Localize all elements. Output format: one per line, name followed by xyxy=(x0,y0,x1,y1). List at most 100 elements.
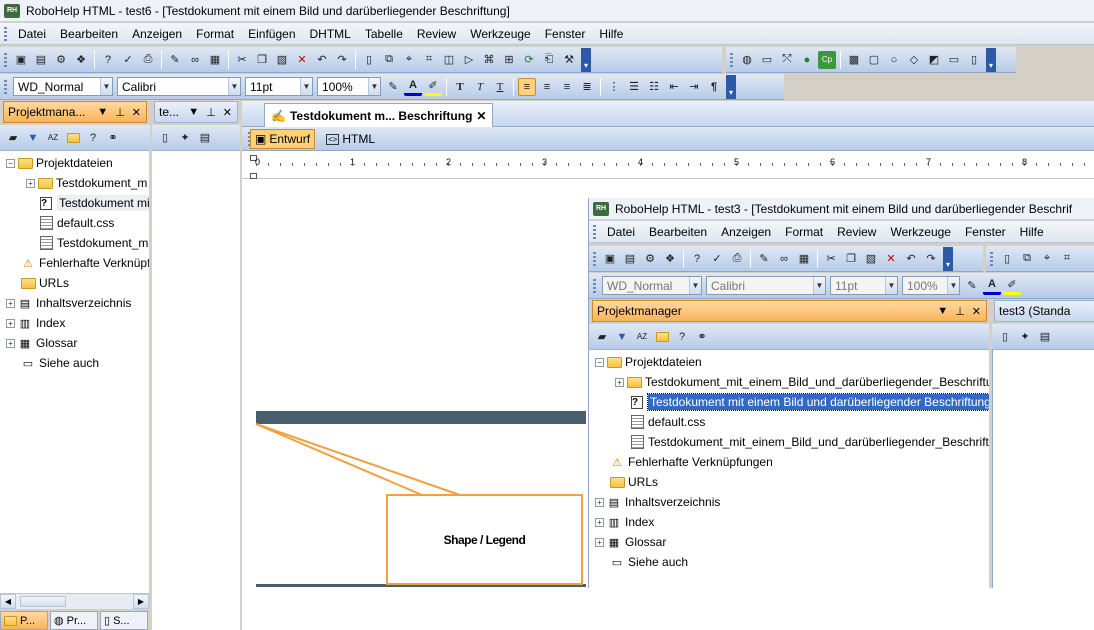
list-style-icon[interactable]: ☷ xyxy=(645,78,663,96)
toolbar-overflow-icon[interactable]: ▾ xyxy=(726,74,736,99)
image-icon[interactable]: ◫ xyxy=(440,51,458,69)
bookmark-icon[interactable]: ⌖ xyxy=(1038,250,1056,268)
globe-icon[interactable]: ● xyxy=(798,51,816,69)
menu-bearbeiten[interactable]: Bearbeiten xyxy=(53,27,125,41)
font-combo[interactable]: Calibri ▼ xyxy=(117,77,241,96)
undo-icon[interactable]: ↶ xyxy=(313,51,331,69)
highlight-icon[interactable]: ✐ xyxy=(1003,277,1021,295)
underline-icon[interactable]: T xyxy=(491,78,509,96)
align-left-icon[interactable]: ≡ xyxy=(518,77,536,96)
spellcheck-icon[interactable]: ✓ xyxy=(708,250,726,268)
rectangle-icon[interactable]: ▢ xyxy=(865,51,883,69)
refresh-icon[interactable]: ⟳ xyxy=(520,51,538,69)
tree-item-index[interactable]: + ▥ Index xyxy=(595,512,654,532)
toolbar-overflow-icon[interactable]: ▾ xyxy=(581,47,591,72)
pin-icon[interactable]: ⊥ xyxy=(115,106,125,119)
new-topic-icon[interactable]: ▯ xyxy=(360,51,378,69)
menu-format[interactable]: Format xyxy=(189,27,241,41)
tree-item-css[interactable]: default.css xyxy=(629,412,705,432)
copy-icon[interactable]: ❐ xyxy=(253,51,271,69)
design-view-button[interactable]: ▣ Entwurf xyxy=(250,129,316,149)
print-icon[interactable]: ⎙ xyxy=(728,250,746,268)
print-icon[interactable]: ⎙ xyxy=(139,51,157,69)
tree-item-glossary[interactable]: + ▦ Glossar xyxy=(595,532,666,552)
size-combo[interactable]: 11pt ▼ xyxy=(245,77,313,96)
menu-datei[interactable]: Datei xyxy=(11,27,53,41)
link-icon[interactable]: ⧉ xyxy=(380,51,398,69)
cut-icon[interactable]: ✂ xyxy=(822,250,840,268)
tree-item-toc[interactable]: + ▤ Inhaltsverzeichnis xyxy=(6,293,131,313)
spellcheck-icon[interactable]: ✓ xyxy=(119,51,137,69)
style-combo[interactable]: WD_Normal ▼ xyxy=(13,77,113,96)
tree-item-glossary[interactable]: + ▦ Glossar xyxy=(6,333,77,353)
document-tab[interactable]: ✍ Testdokument m... Beschriftung ✕ xyxy=(264,103,494,127)
tree-item-topic[interactable]: ? Testdokument mit einem Bild und darüber… xyxy=(629,392,989,412)
tree-item-toc[interactable]: + ▤ Inhaltsverzeichnis xyxy=(595,492,720,512)
tree-item-broken-links[interactable]: ⚠ Fehlerhafte Verknüpfungen xyxy=(609,452,773,472)
bottom-tab-s[interactable]: ▯ S... xyxy=(100,611,148,630)
tree-item-index[interactable]: + ▥ Index xyxy=(6,313,65,333)
list-view-icon[interactable]: ▤ xyxy=(196,129,214,147)
delete-icon[interactable]: ✕ xyxy=(882,250,900,268)
properties-icon[interactable]: ▦ xyxy=(206,51,224,69)
monitor-icon[interactable]: ▭ xyxy=(945,51,963,69)
scroll-thumb[interactable] xyxy=(20,596,66,607)
close-icon[interactable]: ✕ xyxy=(972,305,981,318)
menu-werkzeuge[interactable]: Werkzeuge xyxy=(463,27,537,41)
menu-review[interactable]: Review xyxy=(410,27,463,41)
filter-icon[interactable]: ▼ xyxy=(613,328,631,346)
menu-anzeigen[interactable]: Anzeigen xyxy=(125,27,189,41)
toolbar-overflow-icon[interactable]: ▾ xyxy=(986,47,996,72)
tree-item-projektdateien[interactable]: − Projektdateien xyxy=(6,153,113,173)
italic-icon[interactable]: T xyxy=(471,78,489,96)
bullet-list-icon[interactable]: ☰ xyxy=(625,78,643,96)
inner-menu-anzeigen[interactable]: Anzeigen xyxy=(714,225,778,239)
frame-icon[interactable]: ▩ xyxy=(845,51,863,69)
tree-item-folder[interactable]: + Testdokument_m xyxy=(26,173,147,193)
help-icon[interactable]: ? xyxy=(688,250,706,268)
tree-item-css[interactable]: default.css xyxy=(38,213,114,233)
tree-item-css[interactable]: Testdokument_m xyxy=(38,233,148,253)
save-icon[interactable]: ▣ xyxy=(12,51,30,69)
scroll-left-icon[interactable]: ◀ xyxy=(0,594,16,609)
inner-menu-hilfe[interactable]: Hilfe xyxy=(1013,225,1051,239)
track-icon[interactable]: ⤲ xyxy=(778,51,796,69)
copy-icon[interactable]: ❐ xyxy=(842,250,860,268)
close-icon[interactable]: ✕ xyxy=(476,109,486,123)
table-insert-icon[interactable]: ⊞ xyxy=(500,51,518,69)
inner-menu-review[interactable]: Review xyxy=(830,225,883,239)
format-painter-icon[interactable]: ✎ xyxy=(963,277,981,295)
page-icon[interactable]: ▯ xyxy=(965,51,983,69)
new-star-icon[interactable]: ✦ xyxy=(1016,328,1034,346)
list-view-icon[interactable]: ▤ xyxy=(1036,328,1054,346)
menu-tabelle[interactable]: Tabelle xyxy=(358,27,410,41)
inner-menu-bearbeiten[interactable]: Bearbeiten xyxy=(642,225,714,239)
paragraph-icon[interactable]: ¶ xyxy=(705,78,723,96)
picture-icon[interactable]: ◩ xyxy=(925,51,943,69)
binoculars-icon[interactable]: ⚭ xyxy=(104,129,122,147)
inner-size-combo[interactable]: 11pt ▼ xyxy=(830,276,898,295)
font-color-icon[interactable]: A xyxy=(404,78,422,96)
bottom-tab-project[interactable]: P... xyxy=(0,611,48,630)
close-icon[interactable]: ✕ xyxy=(132,106,141,119)
format-painter-icon[interactable]: ✎ xyxy=(384,78,402,96)
binoculars-icon[interactable]: ⚭ xyxy=(693,328,711,346)
paste-icon[interactable]: ▧ xyxy=(862,250,880,268)
scroll-right-icon[interactable]: ▶ xyxy=(133,594,149,609)
align-center-icon[interactable]: ≡ xyxy=(538,78,556,96)
inner-font-combo[interactable]: Calibri ▼ xyxy=(706,276,826,295)
bookmark-icon[interactable]: ⌖ xyxy=(400,51,418,69)
pin-icon[interactable]: ⊥ xyxy=(206,106,216,119)
close-icon[interactable]: ✕ xyxy=(223,106,232,119)
properties-icon[interactable]: ▦ xyxy=(795,250,813,268)
inner-menu-fenster[interactable]: Fenster xyxy=(958,225,1013,239)
diamond-icon[interactable]: ◇ xyxy=(905,51,923,69)
menu-fenster[interactable]: Fenster xyxy=(538,27,593,41)
menu-dhtml[interactable]: DHTML xyxy=(303,27,358,41)
tree-item-urls[interactable]: URLs xyxy=(20,273,69,293)
help-icon[interactable]: ? xyxy=(84,129,102,147)
circle-icon[interactable]: ○ xyxy=(885,51,903,69)
new-folder-icon[interactable]: ▰ xyxy=(4,129,22,147)
bold-icon[interactable]: T xyxy=(451,78,469,96)
help-icon[interactable]: ? xyxy=(99,51,117,69)
